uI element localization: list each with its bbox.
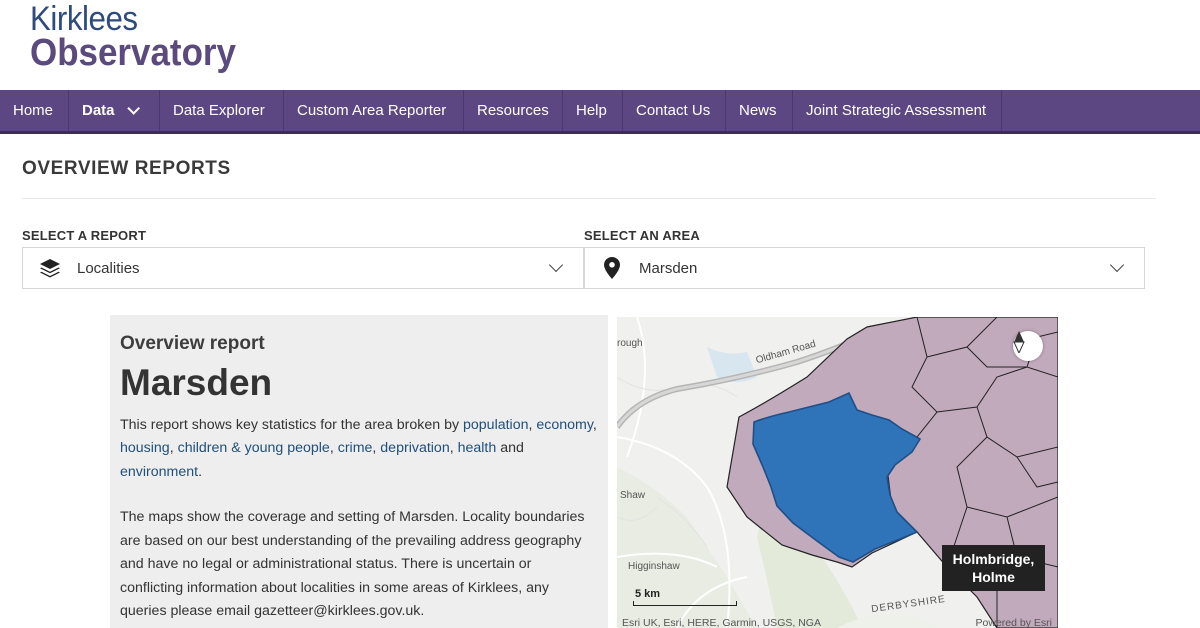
nav-data-explorer[interactable]: Data Explorer — [160, 90, 284, 131]
link-health[interactable]: health — [458, 440, 497, 456]
link-housing[interactable]: housing — [120, 440, 170, 456]
report-select[interactable]: Localities — [22, 247, 584, 289]
nav-contact-us[interactable]: Contact Us — [623, 90, 726, 131]
report-panel: Overview report Marsden This report show… — [110, 315, 608, 628]
popup-line-2: Holme — [972, 569, 1015, 585]
nav-joint-strategic-assessment[interactable]: Joint Strategic Assessment — [793, 90, 1002, 131]
link-deprivation[interactable]: deprivation — [380, 440, 449, 456]
title-divider — [22, 198, 1156, 199]
scale-label: 5 km — [635, 588, 661, 600]
site-logo[interactable]: Kirklees Observatory — [30, 2, 254, 72]
scale-bar — [633, 601, 737, 606]
map-label-higginshaw: Higginshaw — [628, 561, 680, 572]
report-intro: This report shows key statistics for the… — [120, 416, 597, 480]
logo-line-2: Observatory — [30, 32, 236, 74]
locality-map[interactable]: rough Oldham Road Shaw Higginshaw DERBYS… — [617, 317, 1058, 628]
report-subtitle: Overview report — [120, 333, 265, 354]
area-select[interactable]: Marsden — [584, 247, 1145, 289]
chevron-down-icon — [126, 102, 140, 115]
report-select-label: SELECT A REPORT — [22, 228, 147, 243]
map-label-shaw: Shaw — [620, 490, 646, 501]
link-population[interactable]: population — [463, 417, 528, 433]
logo-line-1: Kirklees — [30, 0, 138, 38]
map-pin-icon — [601, 257, 623, 279]
report-coverage-text: The maps show the coverage and setting o… — [120, 509, 585, 620]
map-attribution[interactable]: Esri UK, Esri, HERE, Garmin, USGS, NGA — [622, 617, 821, 628]
report-area-name: Marsden — [120, 362, 273, 403]
map-popup[interactable]: Holmbridge, Holme — [942, 545, 1045, 591]
powered-by-esri[interactable]: Powered by Esri — [976, 617, 1052, 628]
area-select-value: Marsden — [639, 259, 698, 277]
compass-button[interactable] — [1013, 331, 1043, 361]
link-crime[interactable]: crime — [338, 440, 373, 456]
chevron-down-icon — [1109, 257, 1125, 273]
report-select-value: Localities — [77, 259, 140, 277]
nav-home[interactable]: Home — [0, 90, 69, 131]
link-environment[interactable]: environment — [120, 464, 198, 480]
nav-resources[interactable]: Resources — [464, 90, 563, 131]
chevron-down-icon — [548, 257, 564, 273]
link-economy[interactable]: economy — [536, 417, 593, 433]
area-select-label: SELECT AN AREA — [584, 228, 700, 243]
page-title: OVERVIEW REPORTS — [22, 158, 231, 179]
nav-help[interactable]: Help — [563, 90, 623, 131]
main-nav: Home Data Data Explorer Custom Area Repo… — [0, 90, 1200, 134]
link-children[interactable]: children & young people — [178, 440, 330, 456]
nav-news[interactable]: News — [726, 90, 793, 131]
layers-icon — [39, 257, 61, 279]
nav-data[interactable]: Data — [69, 90, 160, 131]
popup-line-1: Holmbridge, — [952, 551, 1035, 567]
nav-custom-area-reporter[interactable]: Custom Area Reporter — [284, 90, 464, 131]
compass-icon — [1013, 331, 1025, 353]
map-label-rough: rough — [617, 338, 643, 349]
